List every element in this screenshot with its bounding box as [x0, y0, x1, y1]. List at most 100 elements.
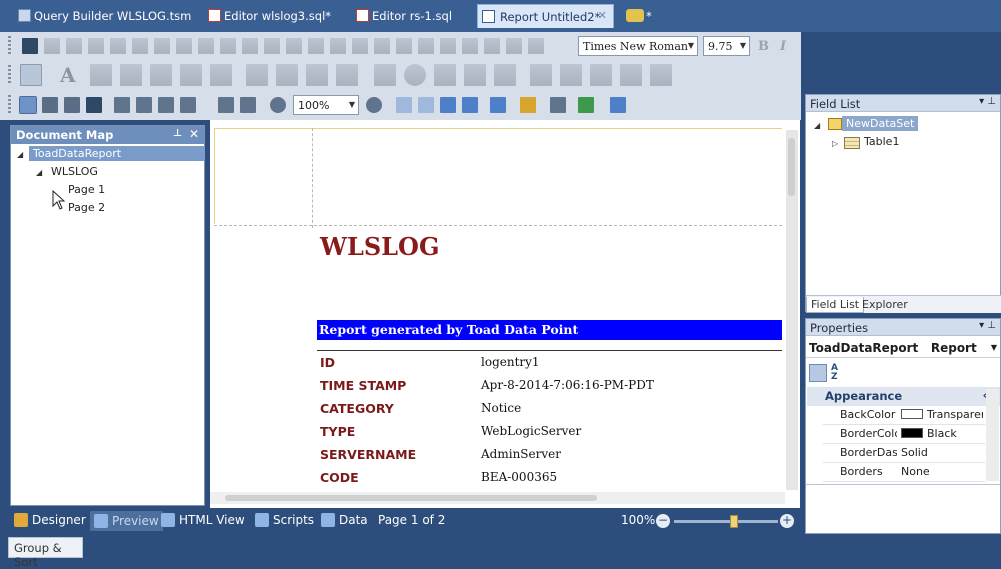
watermark-icon[interactable] — [550, 97, 566, 113]
previous-page-icon[interactable] — [418, 97, 434, 113]
gauge-tool-icon[interactable] — [404, 64, 426, 86]
tab-query-builder[interactable]: Query Builder WLSLOG.tsm — [14, 4, 191, 28]
search-icon[interactable] — [64, 97, 80, 113]
align-centers-icon[interactable] — [132, 38, 148, 54]
vertical-spacing-equal-icon[interactable] — [374, 38, 390, 54]
pivot-grid-tool-icon[interactable] — [560, 64, 582, 86]
property-row-borders[interactable]: Borders None — [823, 463, 985, 482]
font-size-select[interactable]: 9.75 ▼ — [703, 36, 750, 56]
zoom-in-icon[interactable] — [366, 97, 382, 113]
group-sort-tab[interactable]: Group & Sort — [8, 537, 83, 569]
checkbox-tool-icon[interactable] — [90, 64, 112, 86]
print-icon[interactable] — [136, 97, 152, 113]
align-to-grid-icon[interactable] — [66, 38, 82, 54]
scrollbar-thumb[interactable] — [788, 138, 795, 196]
property-row-bordercolor[interactable]: BorderColor Black — [823, 425, 985, 444]
size-to-grid-icon[interactable] — [88, 38, 104, 54]
align-bottoms-icon[interactable] — [220, 38, 236, 54]
align-tops-icon[interactable] — [176, 38, 192, 54]
object-selector[interactable]: ToadDataReport Report ▼ — [806, 339, 1000, 358]
collapse-triangle-icon[interactable]: ◢ — [36, 168, 42, 177]
increase-vertical-spacing-icon[interactable] — [396, 38, 412, 54]
zoom-out-icon[interactable] — [270, 97, 286, 113]
make-same-width-icon[interactable] — [242, 38, 258, 54]
tree-node-page-1[interactable]: Page 1 — [68, 183, 105, 196]
appearance-section-header[interactable]: Appearance « — [807, 387, 1000, 406]
group-icon[interactable] — [528, 38, 544, 54]
zoom-slider[interactable] — [674, 515, 778, 528]
collapse-triangle-icon[interactable]: ◢ — [814, 121, 820, 130]
designer-tab[interactable]: Designer — [14, 513, 86, 527]
center-vertically-icon[interactable] — [462, 38, 478, 54]
first-page-icon[interactable] — [396, 97, 412, 113]
preview-tab[interactable]: Preview — [90, 511, 163, 531]
cross-band-box-tool-icon[interactable] — [650, 64, 672, 86]
tab-editor-wlslog3[interactable]: Editor wlslog3.sql* — [204, 4, 331, 28]
panel-options-icon[interactable]: ▾ ⊥ — [979, 96, 996, 107]
bring-to-front-icon[interactable] — [484, 38, 500, 54]
property-row-backcolor[interactable]: BackColor Transparent — [823, 406, 985, 425]
line-tool-icon[interactable] — [246, 64, 268, 86]
toolbar-grip[interactable] — [8, 36, 11, 56]
subreport-tool-icon[interactable] — [530, 64, 552, 86]
send-email-icon[interactable] — [610, 97, 626, 113]
tree-node-newdataset[interactable]: NewDataSet — [842, 116, 919, 131]
property-row-borderdashstyle[interactable]: BorderDashStyle Solid — [823, 444, 985, 463]
align-middles-icon[interactable] — [198, 38, 214, 54]
make-same-size-icon[interactable] — [286, 38, 302, 54]
toolbar-grip[interactable] — [8, 95, 11, 115]
collapse-triangle-icon[interactable]: ◢ — [17, 150, 23, 159]
document-map-icon[interactable] — [19, 96, 37, 114]
tab-automation[interactable]: * — [622, 4, 652, 28]
properties-scrollbar[interactable] — [986, 389, 999, 481]
expand-triangle-icon[interactable]: ▷ — [832, 139, 838, 148]
magnifier-icon[interactable] — [240, 97, 256, 113]
zoom-slider-thumb[interactable] — [730, 515, 738, 528]
rich-text-tool-icon[interactable] — [120, 64, 142, 86]
report-horizontal-scrollbar[interactable] — [210, 492, 785, 504]
label-tool[interactable]: A — [60, 63, 76, 87]
panel-options-icon[interactable]: ▾ ⊥ — [979, 320, 996, 331]
page-setup-icon[interactable] — [114, 97, 130, 113]
scripts-tab[interactable]: Scripts — [255, 513, 314, 527]
decrease-horizontal-spacing-icon[interactable] — [352, 38, 368, 54]
zoom-in-button[interactable]: + — [780, 514, 794, 528]
background-color-icon[interactable] — [520, 97, 536, 113]
data-tab[interactable]: Data — [321, 513, 368, 527]
report-vertical-scrollbar[interactable] — [786, 130, 798, 490]
pointer-icon[interactable] — [20, 64, 42, 86]
shape-tool-icon[interactable] — [276, 64, 298, 86]
italic-button[interactable]: I — [780, 39, 786, 54]
zoom-out-button[interactable]: − — [656, 514, 670, 528]
panel-tool-icon[interactable] — [180, 64, 202, 86]
report-preview[interactable]: WLSLOG Report generated by Toad Data Poi… — [210, 120, 800, 508]
bold-button[interactable]: B — [758, 39, 769, 54]
scrollbar-thumb[interactable] — [225, 495, 597, 501]
alphabetical-sort-icon[interactable]: AZ — [831, 364, 849, 382]
align-rights-icon[interactable] — [154, 38, 170, 54]
make-same-height-icon[interactable] — [264, 38, 280, 54]
increase-horizontal-spacing-icon[interactable] — [330, 38, 346, 54]
center-horizontally-icon[interactable] — [440, 38, 456, 54]
multiple-pages-icon[interactable] — [490, 97, 506, 113]
align-lefts-icon[interactable] — [110, 38, 126, 54]
next-page-icon[interactable] — [440, 97, 456, 113]
export-icon[interactable] — [578, 97, 594, 113]
last-page-icon[interactable] — [462, 97, 478, 113]
close-tab-icon[interactable]: ✕ — [598, 9, 607, 22]
categorized-view-icon[interactable] — [809, 364, 827, 382]
save-report-icon[interactable] — [86, 97, 102, 113]
page-break-tool-icon[interactable] — [590, 64, 612, 86]
table-tool-icon[interactable] — [210, 64, 232, 86]
tree-node-wlslog[interactable]: WLSLOG — [51, 165, 98, 178]
hand-tool-icon[interactable] — [218, 97, 234, 113]
properties-splitter[interactable] — [806, 484, 1000, 485]
zoom-select[interactable]: 100% ▼ — [293, 95, 359, 115]
decrease-vertical-spacing-icon[interactable] — [418, 38, 434, 54]
horizontal-spacing-equal-icon[interactable] — [308, 38, 324, 54]
picture-box-tool-icon[interactable] — [150, 64, 172, 86]
sparkline-tool-icon[interactable] — [434, 64, 456, 86]
parameters-icon[interactable] — [42, 97, 58, 113]
page-info-tool-icon[interactable] — [494, 64, 516, 86]
tab-field-list[interactable]: Field List — [806, 297, 865, 313]
